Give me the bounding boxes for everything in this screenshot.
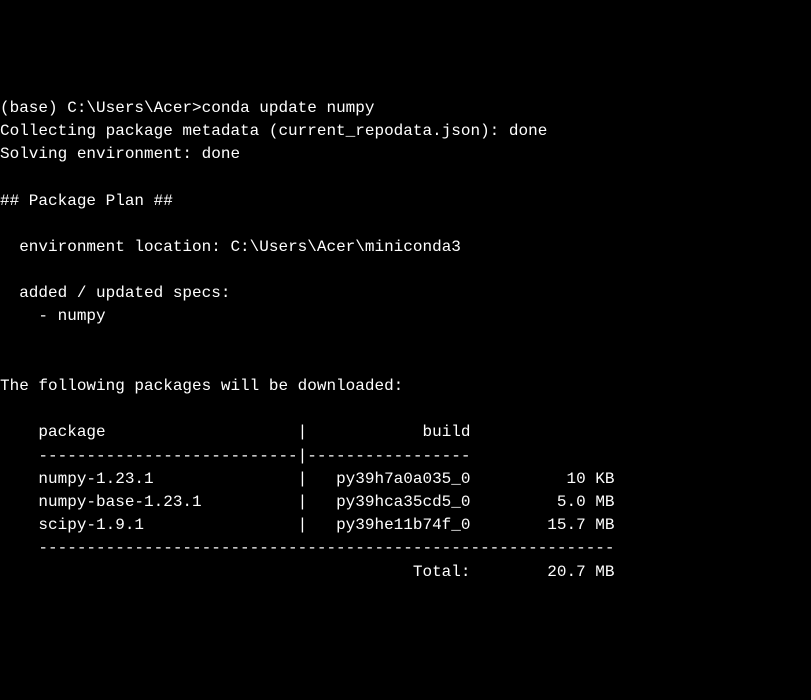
table-header-package: package xyxy=(0,423,106,441)
package-name: numpy-1.23.1 xyxy=(0,470,154,488)
package-size: 10 KB xyxy=(567,470,615,488)
terminal-output: (base) C:\Users\Acer>conda update numpy … xyxy=(0,97,811,584)
table-header-build: build xyxy=(422,423,470,441)
download-header: The following packages will be downloade… xyxy=(0,377,403,395)
specs-label: added / updated specs: xyxy=(0,284,230,302)
total-label: Total: xyxy=(413,563,471,581)
prompt-separator: > xyxy=(192,99,202,117)
package-name: numpy-base-1.23.1 xyxy=(0,493,202,511)
package-size: 5.0 MB xyxy=(557,493,615,511)
total-value: 20.7 MB xyxy=(547,563,614,581)
table-divider: ---------------------------|------------… xyxy=(0,447,470,465)
prompt-path: C:\Users\Acer xyxy=(67,99,192,117)
package-name: scipy-1.9.1 xyxy=(0,516,144,534)
env-location-label: environment location: xyxy=(0,238,221,256)
package-build: py39hca35cd5_0 xyxy=(336,493,470,511)
plan-header: ## Package Plan ## xyxy=(0,192,173,210)
package-size: 15.7 MB xyxy=(547,516,614,534)
package-build: py39h7a0a035_0 xyxy=(336,470,470,488)
solving-line: Solving environment: done xyxy=(0,145,240,163)
collecting-line: Collecting package metadata (current_rep… xyxy=(0,122,547,140)
prompt-env: (base) xyxy=(0,99,58,117)
bottom-divider: ----------------------------------------… xyxy=(0,539,615,557)
env-location-value: C:\Users\Acer\miniconda3 xyxy=(230,238,460,256)
specs-item: - numpy xyxy=(0,307,106,325)
package-build: py39he11b74f_0 xyxy=(336,516,470,534)
command-input[interactable]: conda update numpy xyxy=(202,99,375,117)
